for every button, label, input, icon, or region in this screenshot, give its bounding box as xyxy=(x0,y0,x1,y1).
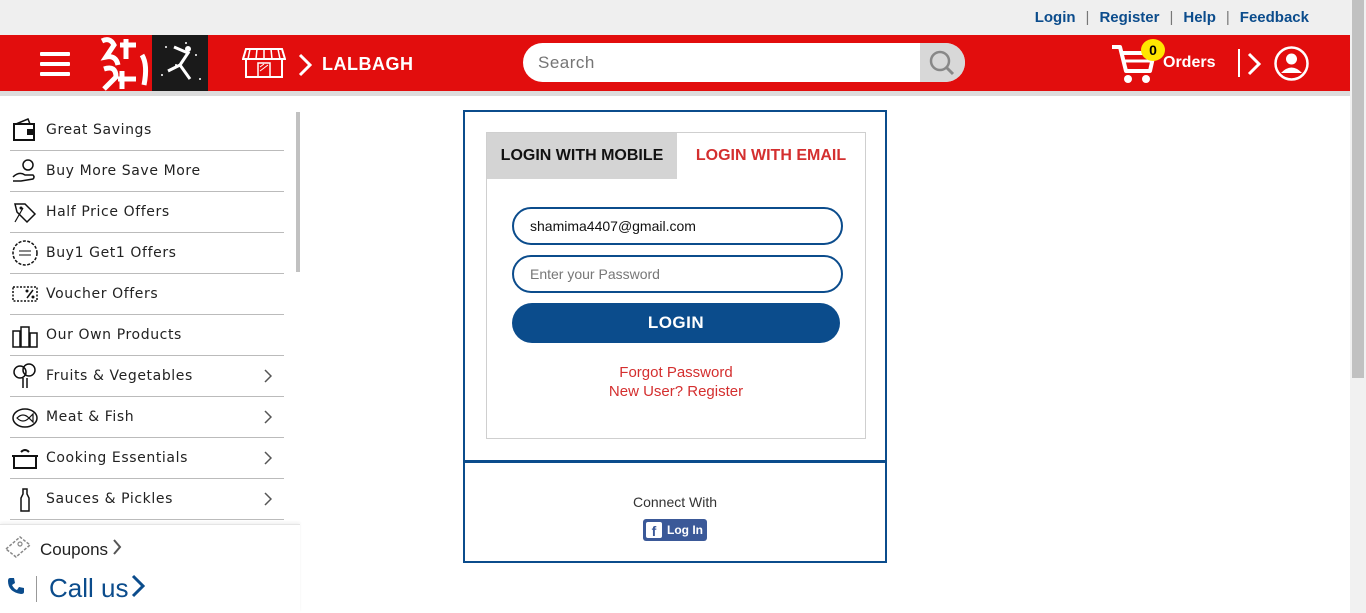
login-button[interactable]: LOGIN xyxy=(512,303,840,343)
separator: | xyxy=(1169,9,1174,26)
facebook-login-button[interactable]: f Log In xyxy=(643,519,707,541)
coupons-link[interactable]: Coupons xyxy=(4,535,122,564)
sidebar-item-buy-more-save-more[interactable]: Buy More Save More xyxy=(10,151,284,192)
tab-login-email[interactable]: LOGIN WITH EMAIL xyxy=(677,133,865,179)
chevron-right-icon xyxy=(264,410,273,429)
badge-icon xyxy=(10,238,40,268)
login-card: LOGIN WITH MOBILE LOGIN WITH EMAIL LOGIN… xyxy=(463,110,887,563)
card-divider xyxy=(465,460,885,463)
chevron-right-icon xyxy=(112,538,122,561)
phone-icon xyxy=(6,576,26,601)
chevron-right-icon xyxy=(264,492,273,511)
chevron-right-icon[interactable] xyxy=(1246,51,1262,82)
coupons-label: Coupons xyxy=(40,539,109,559)
new-user-register-link[interactable]: New User? Register xyxy=(487,383,865,400)
store-name[interactable]: LALBAGH xyxy=(322,54,414,75)
bottle-icon xyxy=(10,484,40,514)
email-field[interactable] xyxy=(512,207,843,245)
forgot-password-link[interactable]: Forgot Password xyxy=(487,364,865,381)
call-us-link[interactable]: Call us xyxy=(6,573,146,604)
sidebar-item-label: Half Price Offers xyxy=(46,204,170,220)
sidebar-item-label: Great Savings xyxy=(46,122,152,138)
top-links: Login | Register | Help | Feedback xyxy=(1035,9,1309,26)
search-icon xyxy=(929,50,955,76)
jars-icon xyxy=(10,320,40,350)
header-divider xyxy=(1238,49,1240,77)
sidebar-item-buy1-get1-offers[interactable]: Buy1 Get1 Offers xyxy=(10,233,284,274)
connect-with-label: Connect With xyxy=(632,494,718,510)
chevron-right-icon xyxy=(298,53,313,78)
login-link[interactable]: Login xyxy=(1035,9,1076,26)
wallet-icon xyxy=(10,115,40,145)
sidebar-item-label: Cooking Essentials xyxy=(46,450,188,466)
chevron-right-icon xyxy=(264,451,273,470)
login-form: LOGIN WITH MOBILE LOGIN WITH EMAIL LOGIN… xyxy=(486,132,866,439)
coupon-icon xyxy=(4,535,32,564)
chevron-right-icon xyxy=(131,574,146,603)
divider xyxy=(36,575,37,602)
category-list: Great Savings Buy More Save More Half Pr… xyxy=(10,110,284,520)
search-button[interactable] xyxy=(920,43,965,82)
page-scrollbar[interactable] xyxy=(1350,0,1366,613)
sidebar-item-label: Our Own Products xyxy=(46,327,182,343)
facebook-icon: f xyxy=(646,522,662,539)
sidebar-item-label: Meat & Fish xyxy=(46,409,135,425)
menu-icon[interactable] xyxy=(40,52,70,76)
sidebar-item-half-price-offers[interactable]: Half Price Offers xyxy=(10,192,284,233)
feedback-link[interactable]: Feedback xyxy=(1240,9,1309,26)
broccoli-icon xyxy=(10,361,40,391)
sidebar-item-label: Fruits & Vegetables xyxy=(46,368,193,384)
sidebar-item-our-own-products[interactable]: Our Own Products xyxy=(10,315,284,356)
pot-icon xyxy=(10,443,40,473)
search-input[interactable] xyxy=(523,43,920,82)
sidebar-item-fruits-vegetables[interactable]: Fruits & Vegetables xyxy=(10,356,284,397)
sidebar-item-label: Buy1 Get1 Offers xyxy=(46,245,177,261)
sidebar-item-label: Voucher Offers xyxy=(46,286,159,302)
voucher-icon xyxy=(10,279,40,309)
user-account-icon[interactable] xyxy=(1274,46,1309,81)
tab-login-mobile[interactable]: LOGIN WITH MOBILE xyxy=(487,133,677,179)
facebook-login-label: Log In xyxy=(667,523,703,537)
sidebar-item-sauces-pickles[interactable]: Sauces & Pickles xyxy=(10,479,284,520)
sidebar-item-label: Buy More Save More xyxy=(46,163,201,179)
separator: | xyxy=(1085,9,1090,26)
sidebar-item-label: Sauces & Pickles xyxy=(46,491,173,507)
call-us-label: Call us xyxy=(49,573,129,603)
hand-coin-icon xyxy=(10,156,40,186)
register-link[interactable]: Register xyxy=(1099,9,1159,26)
sidebar-footer: Coupons Call us xyxy=(0,524,300,613)
orders-link[interactable]: Orders xyxy=(1163,54,1215,72)
fish-icon xyxy=(10,402,40,432)
tag-icon xyxy=(10,197,40,227)
chevron-right-icon xyxy=(264,369,273,388)
category-sidebar: Great Savings Buy More Save More Half Pr… xyxy=(0,96,300,613)
sidebar-item-great-savings[interactable]: Great Savings xyxy=(10,110,284,151)
brand-logo[interactable] xyxy=(96,35,208,91)
help-link[interactable]: Help xyxy=(1183,9,1216,26)
main-header: LALBAGH 0 Orders xyxy=(0,35,1350,91)
top-utility-bar: Login | Register | Help | Feedback xyxy=(0,0,1350,35)
store-icon[interactable] xyxy=(241,47,287,79)
sidebar-scrollbar[interactable] xyxy=(296,112,300,272)
search-bar xyxy=(523,43,965,82)
separator: | xyxy=(1225,9,1230,26)
cart-count-badge: 0 xyxy=(1141,39,1165,61)
scrollbar-thumb[interactable] xyxy=(1352,0,1364,378)
sidebar-item-cooking-essentials[interactable]: Cooking Essentials xyxy=(10,438,284,479)
sidebar-item-voucher-offers[interactable]: Voucher Offers xyxy=(10,274,284,315)
sidebar-item-meat-fish[interactable]: Meat & Fish xyxy=(10,397,284,438)
password-field[interactable] xyxy=(512,255,843,293)
